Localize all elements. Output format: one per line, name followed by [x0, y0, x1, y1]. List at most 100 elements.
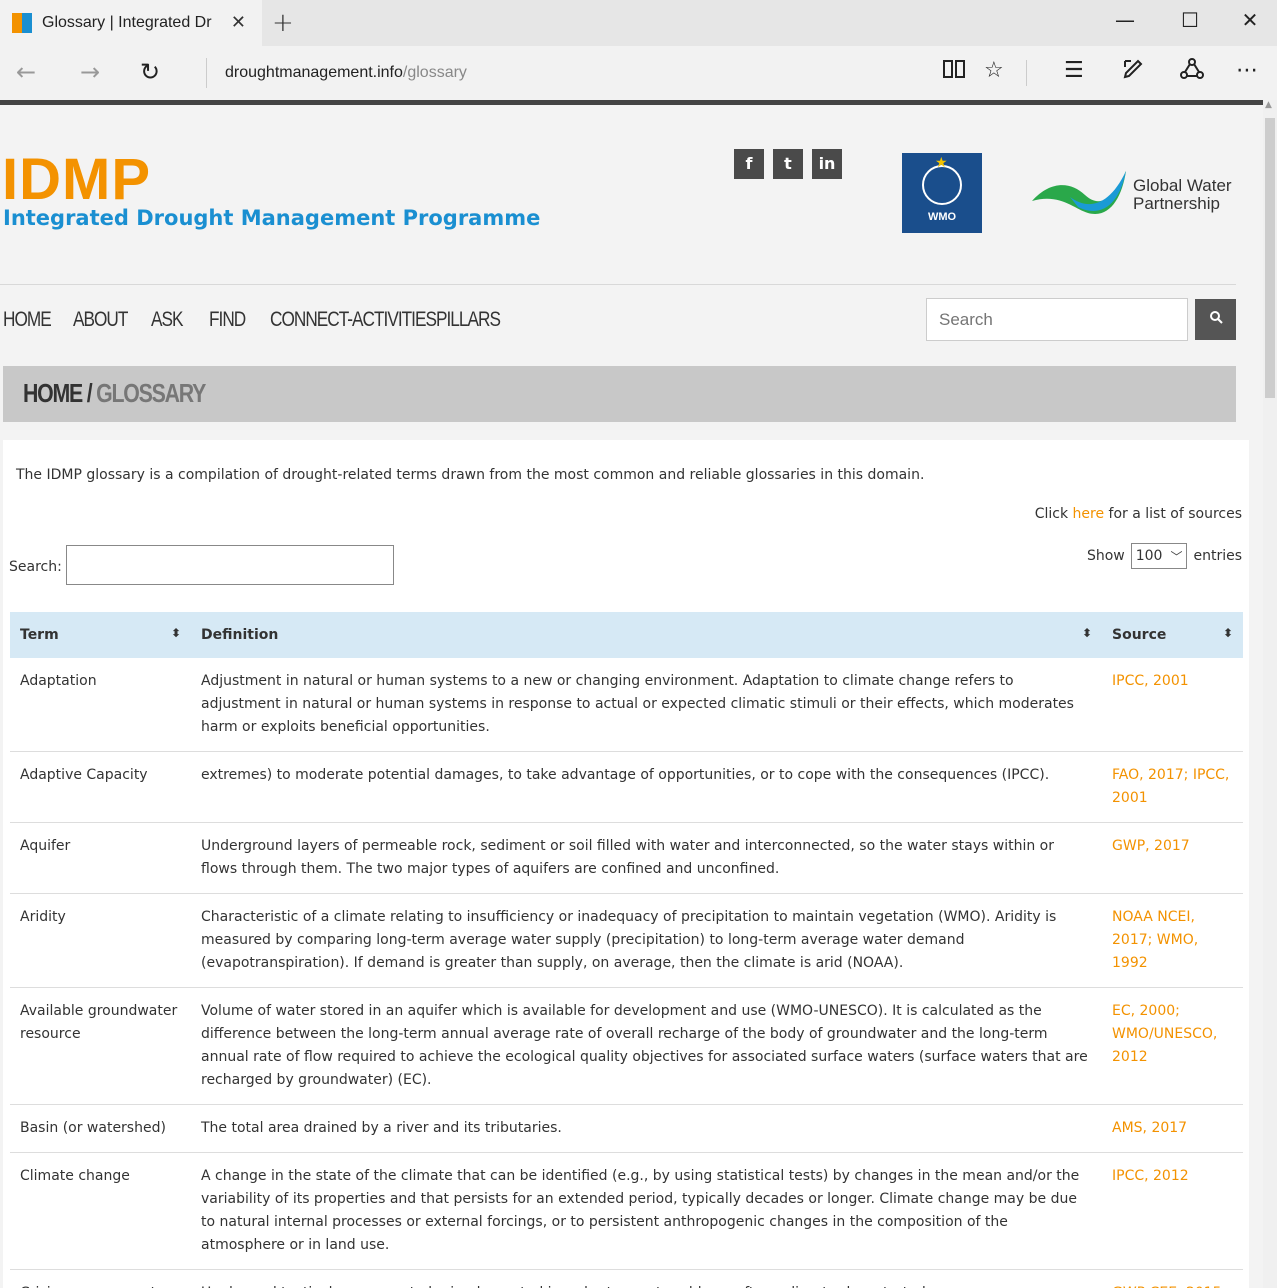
table-row: Adaptation Adjustment in natural or huma… — [10, 658, 1243, 752]
wmo-label: WMO — [927, 211, 957, 223]
entries-value: 100 — [1135, 548, 1163, 564]
breadcrumb-home[interactable]: HOME — [23, 378, 83, 408]
table-search-input[interactable] — [66, 545, 394, 585]
site-subtitle: Integrated Drought Management Programme — [3, 206, 541, 230]
source-link[interactable]: GWP CEE, 2015 — [1102, 1269, 1243, 1288]
share-icon[interactable] — [1180, 58, 1204, 86]
browser-tab[interactable]: Glossary | Integrated Dr ✕ — [0, 0, 262, 46]
source-link[interactable]: NOAA NCEI, 2017; WMO, 1992 — [1102, 893, 1243, 988]
term-cell: Aridity — [10, 893, 191, 988]
entries-control: Show 100 ﹀ entries — [1087, 543, 1242, 569]
menu-item-pillars[interactable]: PILLARS — [436, 308, 501, 332]
refresh-icon[interactable]: ↻ — [140, 58, 160, 86]
twitter-icon[interactable]: t — [773, 149, 803, 179]
source-link[interactable]: IPCC, 2012 — [1102, 1152, 1243, 1270]
entries-select[interactable]: 100 ﹀ — [1130, 543, 1188, 569]
definition-cell: The total area drained by a river and it… — [191, 1104, 1102, 1153]
toolbar-divider — [1026, 60, 1027, 86]
site-search-input[interactable] — [926, 298, 1188, 341]
column-header-source[interactable]: Source ⬍ — [1102, 612, 1243, 658]
gwp-logo[interactable]: Global Water Partnership — [1030, 163, 1240, 223]
url-field[interactable]: droughtmanagement.info/glossary — [206, 58, 467, 88]
tab-title: Glossary | Integrated Dr — [42, 14, 212, 31]
wmo-star-icon: ★ — [935, 155, 948, 171]
linkedin-icon[interactable]: in — [812, 149, 842, 179]
header-divider — [0, 284, 1236, 285]
gwp-label: Global Water Partnership — [1133, 176, 1232, 213]
table-header-row: Term ⬍ Definition ⬍ Source ⬍ — [10, 612, 1243, 658]
sort-icon: ⬍ — [1081, 626, 1092, 640]
more-menu-icon[interactable]: ⋯ — [1236, 58, 1258, 83]
glossary-intro: The IDMP glossary is a compilation of dr… — [16, 467, 925, 483]
chevron-down-icon: ﹀ — [1170, 549, 1183, 564]
term-cell: Aquifer — [10, 822, 191, 894]
site-favicon-icon — [12, 13, 32, 33]
breadcrumb-separator: / — [82, 378, 97, 408]
sources-link[interactable]: here — [1073, 506, 1105, 522]
sort-icon: ⬍ — [170, 626, 181, 640]
definition-cell: A change in the state of the climate tha… — [191, 1152, 1102, 1270]
back-arrow-icon[interactable]: ← — [16, 58, 36, 86]
source-link[interactable]: EC, 2000; WMO/UNESCO, 2012 — [1102, 987, 1243, 1105]
definition-cell: Characteristic of a climate relating to … — [191, 893, 1102, 988]
definition-cell: Underground layers of permeable rock, se… — [191, 822, 1102, 894]
gwp-wave-icon — [1032, 171, 1126, 214]
page-scrollbar[interactable]: ▲ — [1263, 100, 1277, 1288]
new-tab-button[interactable]: + — [272, 8, 294, 38]
maximize-icon[interactable]: ☐ — [1170, 8, 1210, 32]
term-cell: Adaptation — [10, 658, 191, 752]
term-cell: Available groundwater resource — [10, 987, 191, 1105]
reading-view-icon[interactable] — [942, 58, 966, 86]
glossary-table: Term ⬍ Definition ⬍ Source ⬍ Adaptation Adj… — [10, 612, 1243, 1288]
address-bar: ← → ↻ droughtmanagement.info/glossary ☆ … — [0, 46, 1277, 100]
facebook-icon[interactable]: f — [734, 149, 764, 179]
close-tab-icon[interactable]: ✕ — [231, 12, 246, 33]
breadcrumb: HOME / GLOSSARY — [3, 366, 1236, 422]
minimize-icon[interactable]: — — [1105, 8, 1145, 32]
web-note-icon[interactable] — [1122, 58, 1146, 86]
scroll-thumb[interactable] — [1265, 118, 1275, 398]
column-header-definition[interactable]: Definition ⬍ — [191, 612, 1102, 658]
table-row: Aridity Characteristic of a climate rela… — [10, 893, 1243, 988]
source-link[interactable]: GWP, 2017 — [1102, 822, 1243, 894]
table-row: Aquifer Underground layers of permeable … — [10, 822, 1243, 894]
search-icon — [1209, 311, 1223, 324]
forward-arrow-icon[interactable]: → — [80, 58, 100, 86]
site-logo[interactable]: IDMP — [2, 151, 151, 209]
term-cell: Adaptive Capacity — [10, 751, 191, 823]
menu-item-about[interactable]: ABOUT — [73, 308, 137, 332]
window-close-icon[interactable]: ✕ — [1230, 8, 1270, 32]
term-cell: Crisis management — [10, 1269, 191, 1288]
hub-icon[interactable]: ☰ — [1064, 58, 1084, 83]
menu-item-home[interactable]: HOME — [3, 308, 60, 332]
breadcrumb-current: GLOSSARY — [96, 378, 206, 408]
definition-cell: Unplanned tactical measures to be implem… — [191, 1269, 1102, 1288]
url-path: /glossary — [402, 64, 467, 81]
table-search-label: Search: — [9, 559, 62, 575]
url-host: droughtmanagement.info — [225, 64, 403, 81]
source-link[interactable]: FAO, 2017; IPCC, 2001 — [1102, 751, 1243, 823]
table-row: Climate change A change in the state of … — [10, 1152, 1243, 1270]
wmo-logo[interactable]: ★ WMO — [902, 153, 982, 233]
definition-cell: Adjustment in natural or human systems t… — [191, 658, 1102, 752]
show-label: Show — [1086, 548, 1125, 564]
column-header-term[interactable]: Term ⬍ — [10, 612, 191, 658]
scroll-up-icon[interactable]: ▲ — [1265, 100, 1272, 110]
term-cell: Climate change — [10, 1152, 191, 1270]
sources-note: Click here for a list of sources — [1034, 506, 1242, 522]
term-cell: Basin (or watershed) — [10, 1104, 191, 1153]
menu-item-find[interactable]: FIND — [209, 308, 259, 332]
table-row: Adaptive Capacity extremes) to moderate … — [10, 751, 1243, 823]
menu-item-connect-activities[interactable]: CONNECT-ACTIVITIES — [270, 308, 437, 332]
browser-tab-bar: Glossary | Integrated Dr ✕ + — ☐ ✕ — [0, 0, 1277, 46]
definition-cell: extremes) to moderate potential damages,… — [191, 751, 1102, 823]
definition-cell: Volume of water stored in an aquifer whi… — [191, 987, 1102, 1105]
sort-icon: ⬍ — [1222, 626, 1233, 640]
favorite-star-icon[interactable]: ☆ — [984, 58, 1004, 83]
glossary-content: The IDMP glossary is a compilation of dr… — [3, 440, 1249, 1288]
source-link[interactable]: AMS, 2017 — [1102, 1104, 1243, 1153]
table-row: Available groundwater resource Volume of… — [10, 987, 1243, 1105]
site-search-button[interactable] — [1195, 299, 1236, 340]
source-link[interactable]: IPCC, 2001 — [1102, 658, 1243, 752]
menu-item-ask[interactable]: ASK — [151, 308, 199, 332]
